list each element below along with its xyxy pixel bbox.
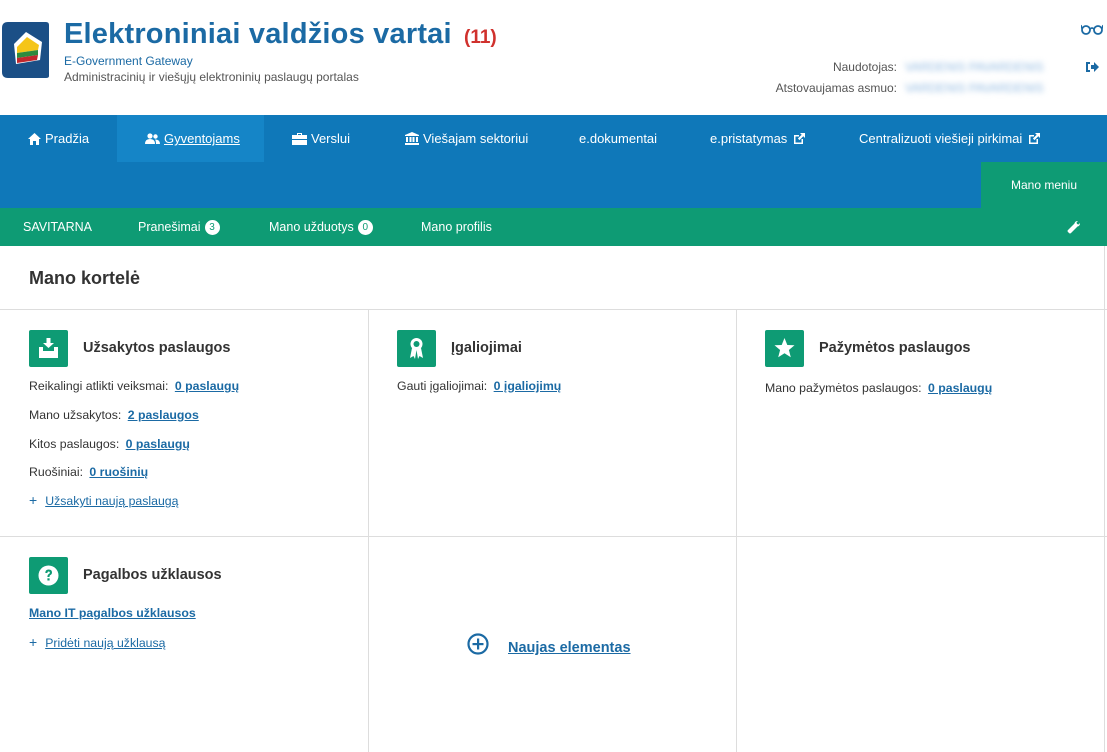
logout-icon[interactable] — [1085, 60, 1099, 74]
main-navigation: Pradžia Gyventojams Verslui Viešajam sek… — [0, 115, 1107, 208]
nav-edelivery-label: e.pristatymas — [710, 131, 788, 146]
ordered-row-other: Kitos paslaugos: 0 paslaugų — [29, 437, 190, 451]
subnav-tasks[interactable]: Mano užduotys 0 — [269, 208, 373, 246]
external-link-icon — [794, 133, 806, 144]
ordered-services-title: Užsakytos paslaugos — [83, 340, 231, 356]
my-ordered-link[interactable]: 2 paslaugos — [128, 408, 199, 422]
authorizations-title: Įgaliojimai — [451, 340, 522, 356]
drafts-link[interactable]: 0 ruošinių — [89, 465, 148, 479]
nav-public-sector-label: Viešajam sektoriui — [423, 131, 529, 146]
represented-label: Atstovaujamas asmuo: — [775, 81, 897, 95]
received-authorizations-link[interactable]: 0 įgaliojimų — [494, 379, 562, 393]
represented-name: VARDENIS PAVARDENIS — [905, 81, 1044, 95]
messages-count-badge: 3 — [204, 220, 220, 235]
marked-row: Mano pažymėtos paslaugos: 0 paslaugų — [765, 381, 992, 395]
nav-business-label: Verslui — [311, 131, 351, 146]
users-icon — [145, 133, 160, 144]
page-title: Mano kortelė — [29, 268, 141, 288]
order-new-service-label: Užsakyti naują paslaugą — [45, 494, 179, 508]
nav-edelivery[interactable]: e.pristatymas — [710, 115, 806, 162]
nav-residents[interactable]: Gyventojams — [117, 115, 264, 162]
row-label: Mano užsakytos: — [29, 408, 122, 422]
nav-public-sector[interactable]: Viešajam sektoriui — [405, 115, 528, 162]
order-new-service-link[interactable]: + Užsakyti naują paslaugą — [29, 492, 178, 508]
plus-icon: + — [29, 634, 38, 650]
ordered-row-mine: Mano užsakytos: 2 paslaugos — [29, 408, 199, 422]
row-label: Ruošiniai: — [29, 465, 83, 479]
home-icon — [28, 133, 41, 145]
subnav-messages-label: Pranešimai — [138, 220, 201, 234]
nav-residents-label: Gyventojams — [164, 131, 240, 146]
nav-business[interactable]: Verslui — [292, 115, 350, 162]
row-label: Mano pažymėtos paslaugos: — [765, 381, 922, 395]
nav-procurement-label: Centralizuoti viešieji pirkimai — [859, 131, 1023, 146]
wrench-icon[interactable] — [1067, 220, 1081, 234]
nav-edocuments-label: e.dokumentai — [579, 131, 658, 146]
gateway-logo[interactable] — [0, 20, 50, 80]
site-tagline: Administracinių ir viešųjų elektroninių … — [64, 70, 359, 84]
authorizations-icon — [397, 330, 436, 367]
ordered-row-drafts: Ruošiniai: 0 ruošinių — [29, 465, 148, 479]
marked-services-title: Pažymėtos paslaugos — [819, 340, 971, 356]
ordered-services-icon — [29, 330, 68, 367]
glasses-icon[interactable] — [1081, 22, 1103, 36]
plus-icon: + — [29, 492, 38, 508]
divider — [1104, 246, 1105, 752]
add-help-request-link[interactable]: + Pridėti naują užklausą — [29, 634, 166, 650]
self-service-navigation: SAVITARNA Pranešimai 3 Mano užduotys 0 Man… — [0, 208, 1107, 246]
subnav-tasks-label: Mano užduotys — [269, 220, 354, 234]
divider — [736, 310, 737, 752]
subnav-profile[interactable]: Mano profilis — [421, 208, 492, 246]
subnav-messages[interactable]: Pranešimai 3 — [138, 208, 220, 246]
divider — [0, 536, 1107, 537]
required-actions-link[interactable]: 0 paslaugų — [175, 379, 239, 393]
nav-home-label: Pradžia — [45, 131, 90, 146]
row-label: Gauti įgaliojimai: — [397, 379, 488, 393]
authorizations-row-received: Gauti įgaliojimai: 0 įgaliojimų — [397, 379, 561, 393]
user-name: VARDENIS PAVARDENIS — [905, 60, 1044, 74]
marked-services-link[interactable]: 0 paslaugų — [928, 381, 992, 395]
institution-icon — [405, 132, 419, 145]
star-icon — [765, 330, 804, 367]
row-label: Reikalingi atlikti veiksmai: — [29, 379, 169, 393]
site-subtitle: E-Government Gateway — [64, 54, 193, 68]
notification-count[interactable]: (11) — [464, 27, 497, 49]
add-help-request-label: Pridėti naują užklausą — [45, 636, 166, 650]
subnav-self-service[interactable]: SAVITARNA — [23, 208, 92, 246]
external-link-icon — [1029, 133, 1041, 144]
user-label: Naudotojas: — [832, 60, 897, 74]
other-services-link[interactable]: 0 paslaugų — [126, 437, 190, 451]
nav-home[interactable]: Pradžia — [28, 115, 89, 162]
row-label: Kitos paslaugos: — [29, 437, 120, 451]
new-element-label: Naujas elementas — [508, 640, 631, 656]
help-requests-title: Pagalbos užklausos — [83, 567, 222, 583]
divider — [0, 309, 1107, 310]
site-title[interactable]: Elektroniniai valdžios vartai — [64, 18, 452, 51]
tasks-count-badge: 0 — [357, 220, 373, 235]
divider — [368, 310, 369, 752]
question-icon — [29, 557, 68, 594]
add-new-element-button[interactable]: Naujas elementas — [466, 632, 631, 661]
my-it-help-requests-link[interactable]: Mano IT pagalbos užklausos — [29, 606, 196, 620]
nav-procurement[interactable]: Centralizuoti viešieji pirkimai — [859, 115, 1041, 162]
site-header: Elektroniniai valdžios vartai (11) E-Gov… — [0, 0, 1107, 115]
plus-circle-icon — [467, 633, 489, 655]
briefcase-icon — [292, 133, 307, 145]
my-menu-button[interactable]: Mano meniu — [981, 162, 1107, 208]
ordered-row-actions: Reikalingi atlikti veiksmai: 0 paslaugų — [29, 379, 239, 393]
nav-edocuments[interactable]: e.dokumentai — [579, 115, 657, 162]
